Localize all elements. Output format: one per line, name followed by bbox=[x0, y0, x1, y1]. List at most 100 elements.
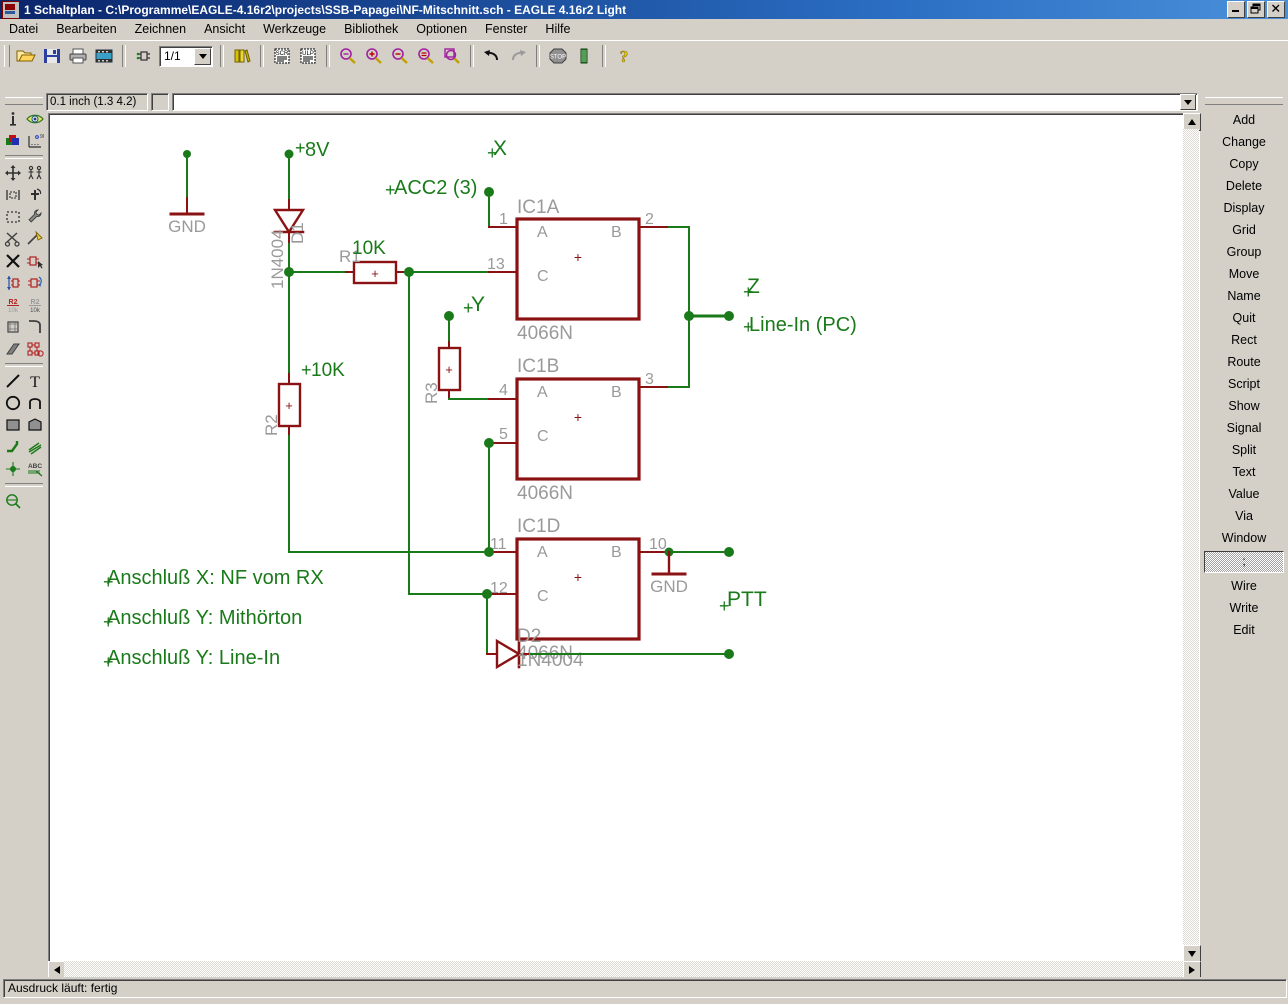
part-r1-resistor[interactable]: + R1 10K bbox=[288, 238, 410, 285]
circle-icon[interactable] bbox=[2, 392, 24, 414]
zoom-select-icon[interactable] bbox=[440, 45, 464, 68]
right-palette-grip[interactable] bbox=[1205, 97, 1283, 105]
menu-zeichnen[interactable]: Zeichnen bbox=[126, 20, 195, 38]
pinswap-icon[interactable] bbox=[2, 272, 24, 294]
cam-processor-icon[interactable] bbox=[92, 45, 116, 68]
command-change[interactable]: Change bbox=[1202, 131, 1286, 153]
sheet-selector[interactable]: 1/1 bbox=[159, 45, 213, 67]
split-icon[interactable] bbox=[2, 338, 24, 360]
display-layers-icon[interactable] bbox=[2, 130, 24, 152]
command-split[interactable]: Split bbox=[1202, 439, 1286, 461]
net-icon[interactable] bbox=[24, 436, 46, 458]
close-button[interactable] bbox=[1267, 1, 1285, 18]
menu-werkzeuge[interactable]: Werkzeuge bbox=[254, 20, 335, 38]
name-icon[interactable]: R2 10k bbox=[2, 294, 24, 316]
arc-icon[interactable] bbox=[24, 392, 46, 414]
command-copy[interactable]: Copy bbox=[1202, 153, 1286, 175]
text-icon[interactable]: T bbox=[24, 370, 46, 392]
net-label-x[interactable]: + X bbox=[487, 137, 507, 163]
minimize-button[interactable] bbox=[1227, 1, 1245, 18]
command-name[interactable]: Name bbox=[1202, 285, 1286, 307]
gnd-symbol-left[interactable]: GND bbox=[168, 150, 206, 236]
add-icon[interactable] bbox=[24, 250, 46, 272]
ulp-icon[interactable]: ULP bbox=[296, 45, 320, 68]
show-eye-icon[interactable] bbox=[24, 108, 46, 130]
command-text[interactable]: Text bbox=[1202, 461, 1286, 483]
change-wrench-icon[interactable] bbox=[24, 206, 46, 228]
zoom-fit-icon[interactable] bbox=[336, 45, 360, 68]
annotation-anschluss-y-line-in[interactable]: + Anschluß Y: Line-In bbox=[103, 647, 280, 672]
command-script[interactable]: Script bbox=[1202, 373, 1286, 395]
net-label-acc2[interactable]: + ACC2 (3) bbox=[385, 177, 477, 200]
command-rect[interactable]: Rect bbox=[1202, 329, 1286, 351]
help-icon[interactable]: ? bbox=[612, 45, 636, 68]
horizontal-scroll-track[interactable] bbox=[64, 961, 1183, 977]
group-icon[interactable] bbox=[2, 206, 24, 228]
command-quit[interactable]: Quit bbox=[1202, 307, 1286, 329]
net-label-ptt[interactable]: + PTT bbox=[719, 588, 767, 616]
command-group[interactable]: Group bbox=[1202, 241, 1286, 263]
schematic-drawing[interactable]: GND + 8V 1N4004 D1 + R1 10K + R2 + 10K +… bbox=[49, 114, 1197, 960]
schematic-canvas[interactable]: GND + 8V 1N4004 D1 + R1 10K + R2 + 10K +… bbox=[48, 113, 1200, 963]
info-icon[interactable] bbox=[2, 108, 24, 130]
annotation-anschluss-y-mithoerton[interactable]: + Anschluß Y: Mithörton bbox=[103, 607, 302, 632]
command-window[interactable]: Window bbox=[1202, 527, 1286, 549]
command-add[interactable]: Add bbox=[1202, 109, 1286, 131]
part-d2-diode[interactable]: D2 1N4004 bbox=[486, 593, 584, 671]
cut-scissors-icon[interactable] bbox=[2, 228, 24, 250]
net-label-z[interactable]: + Z bbox=[743, 275, 760, 302]
value-icon[interactable]: R2 10k bbox=[24, 294, 46, 316]
net-label-line-in-pc[interactable]: + Line-In (PC) bbox=[743, 314, 857, 337]
wire-icon[interactable] bbox=[2, 370, 24, 392]
rotate-icon[interactable] bbox=[24, 184, 46, 206]
board-schematic-switch-icon[interactable] bbox=[132, 45, 156, 68]
maximize-button[interactable] bbox=[1247, 1, 1265, 18]
command-show[interactable]: Show bbox=[1202, 395, 1286, 417]
menu-fenster[interactable]: Fenster bbox=[476, 20, 536, 38]
menu-datei[interactable]: Datei bbox=[0, 20, 47, 38]
junction-icon[interactable] bbox=[2, 458, 24, 480]
invoke-icon[interactable] bbox=[24, 338, 46, 360]
canvas-vertical-scrollbar[interactable] bbox=[1183, 113, 1201, 963]
mirror-icon[interactable] bbox=[2, 184, 24, 206]
part-ic1a-gate[interactable]: IC1A A B C + 4066N 1 13 2 bbox=[487, 197, 654, 344]
zoom-redraw-icon[interactable] bbox=[414, 45, 438, 68]
rect-icon[interactable] bbox=[2, 414, 24, 436]
command-via[interactable]: Via bbox=[1202, 505, 1286, 527]
command-signal[interactable]: Signal bbox=[1202, 417, 1286, 439]
bus-icon[interactable] bbox=[2, 436, 24, 458]
supply-rail-8v[interactable]: + 8V bbox=[284, 138, 331, 201]
copy-icon[interactable] bbox=[24, 162, 46, 184]
zoom-out-icon[interactable] bbox=[388, 45, 412, 68]
open-icon[interactable] bbox=[14, 45, 38, 68]
command-grid[interactable]: Grid bbox=[1202, 219, 1286, 241]
command-separator[interactable]: ; bbox=[1204, 551, 1284, 573]
menu-bibliothek[interactable]: Bibliothek bbox=[335, 20, 407, 38]
menu-optionen[interactable]: Optionen bbox=[407, 20, 476, 38]
command-value[interactable]: Value bbox=[1202, 483, 1286, 505]
miter-icon[interactable] bbox=[24, 316, 46, 338]
command-delete[interactable]: Delete bbox=[1202, 175, 1286, 197]
library-icon[interactable] bbox=[230, 45, 254, 68]
delete-icon[interactable] bbox=[2, 250, 24, 272]
command-input[interactable] bbox=[172, 93, 1198, 111]
label-icon[interactable]: ABC bbox=[24, 458, 46, 480]
paste-icon[interactable] bbox=[24, 228, 46, 250]
canvas-horizontal-scrollbar[interactable] bbox=[48, 961, 1201, 979]
command-move[interactable]: Move bbox=[1202, 263, 1286, 285]
command-route[interactable]: Route bbox=[1202, 351, 1286, 373]
command-history-chevron-icon[interactable] bbox=[1180, 94, 1196, 110]
gnd-symbol-pin10[interactable]: GND bbox=[650, 550, 688, 596]
stop-icon[interactable]: STOP bbox=[546, 45, 570, 68]
command-edit[interactable]: Edit bbox=[1202, 619, 1286, 641]
undo-icon[interactable] bbox=[480, 45, 504, 68]
chevron-down-icon[interactable] bbox=[194, 47, 211, 65]
erc-icon[interactable] bbox=[2, 490, 24, 512]
save-icon[interactable] bbox=[40, 45, 64, 68]
menu-ansicht[interactable]: Ansicht bbox=[195, 20, 254, 38]
part-r2-resistor[interactable]: + R2 + 10K bbox=[262, 271, 345, 437]
command-write[interactable]: Write bbox=[1202, 597, 1286, 619]
command-display[interactable]: Display bbox=[1202, 197, 1286, 219]
vertical-scroll-track[interactable] bbox=[1183, 129, 1199, 945]
print-icon[interactable] bbox=[66, 45, 90, 68]
